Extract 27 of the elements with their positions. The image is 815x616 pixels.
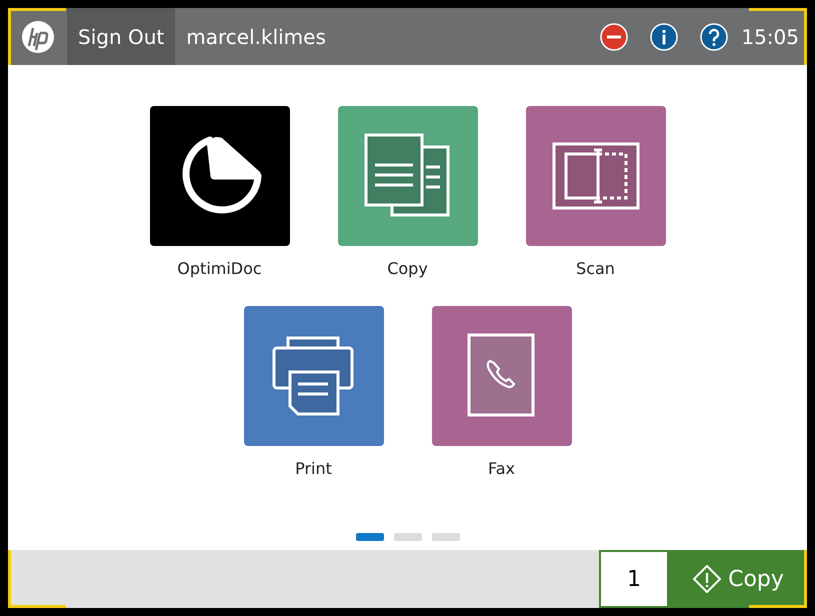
user-name: marcel.klimes: [186, 24, 326, 50]
info-icon[interactable]: [650, 22, 678, 50]
corner-marker: [8, 8, 66, 65]
app-tile[interactable]: [526, 106, 666, 246]
stop-icon[interactable]: [600, 22, 628, 50]
app-label: Fax: [488, 461, 515, 477]
printer-icon: [272, 336, 356, 416]
phone-document-icon: [466, 333, 536, 419]
app-label: Print: [295, 461, 332, 477]
sign-out-button[interactable]: Sign Out: [67, 8, 176, 65]
app-tile[interactable]: [150, 106, 290, 246]
start-icon: [692, 564, 722, 594]
page-indicator[interactable]: [356, 533, 384, 541]
corner-marker: [8, 550, 66, 608]
logo-icon: [20, 20, 54, 54]
documents-icon: [364, 133, 452, 219]
copy-start-button[interactable]: Copy: [669, 550, 807, 608]
scanner-icon: [552, 142, 640, 210]
app-label: Copy: [387, 261, 428, 277]
app-tile[interactable]: [244, 306, 384, 446]
app-label: OptimiDoc: [177, 261, 262, 277]
copies-field[interactable]: 1: [599, 550, 669, 608]
app-tile[interactable]: [432, 306, 572, 446]
help-icon[interactable]: [700, 22, 728, 50]
clock: 15:05: [741, 24, 799, 50]
app-label: Scan: [576, 261, 615, 277]
app-tile[interactable]: [338, 106, 478, 246]
